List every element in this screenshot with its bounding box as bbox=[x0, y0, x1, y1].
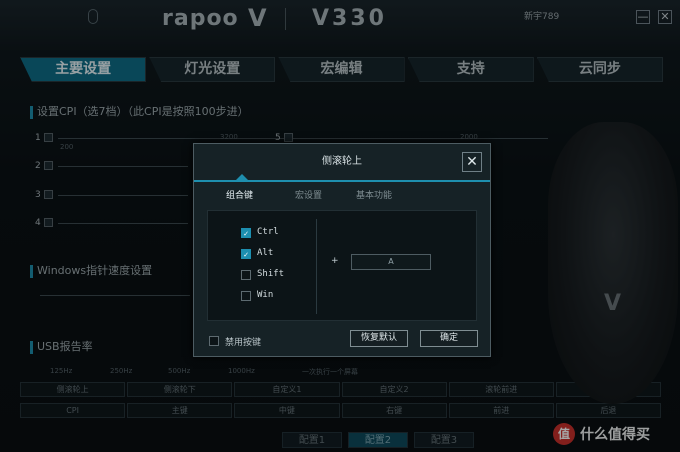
tab-macro-settings[interactable]: 宏设置 bbox=[295, 188, 322, 201]
alt-label: Alt bbox=[257, 248, 274, 258]
shift-checkbox[interactable] bbox=[241, 270, 251, 280]
disable-key-checkbox[interactable] bbox=[209, 336, 219, 346]
shift-label: Shift bbox=[257, 269, 285, 279]
key-assign-dialog: 侧滚轮上 ✕ 组合键 宏设置 基本功能 ✓ Ctrl ✓ Alt Shift W… bbox=[193, 143, 491, 357]
panel-divider bbox=[316, 219, 317, 314]
key-input-field[interactable]: A bbox=[351, 254, 431, 270]
restore-default-button[interactable]: 恢复默认 bbox=[350, 330, 408, 347]
disable-key-label: 禁用按键 bbox=[225, 338, 262, 348]
alt-checkbox[interactable]: ✓ bbox=[241, 249, 251, 259]
confirm-button[interactable]: 确定 bbox=[420, 330, 478, 347]
win-label: Win bbox=[257, 290, 274, 300]
dialog-tab-divider bbox=[194, 180, 490, 182]
tab-combo-keys[interactable]: 组合键 bbox=[226, 188, 253, 201]
ctrl-checkbox[interactable]: ✓ bbox=[241, 228, 251, 238]
combo-key-panel: ✓ Ctrl ✓ Alt Shift Win + A bbox=[207, 210, 477, 321]
dialog-close-button[interactable]: ✕ bbox=[462, 152, 482, 172]
ctrl-label: Ctrl bbox=[257, 227, 279, 237]
win-checkbox[interactable] bbox=[241, 291, 251, 301]
app-window: rapoo V V330 新宇789 — ✕ 主要设置 灯光设置 宏编辑 支持 … bbox=[0, 0, 680, 452]
plus-sign: + bbox=[331, 256, 339, 266]
tab-basic-functions[interactable]: 基本功能 bbox=[356, 188, 392, 201]
